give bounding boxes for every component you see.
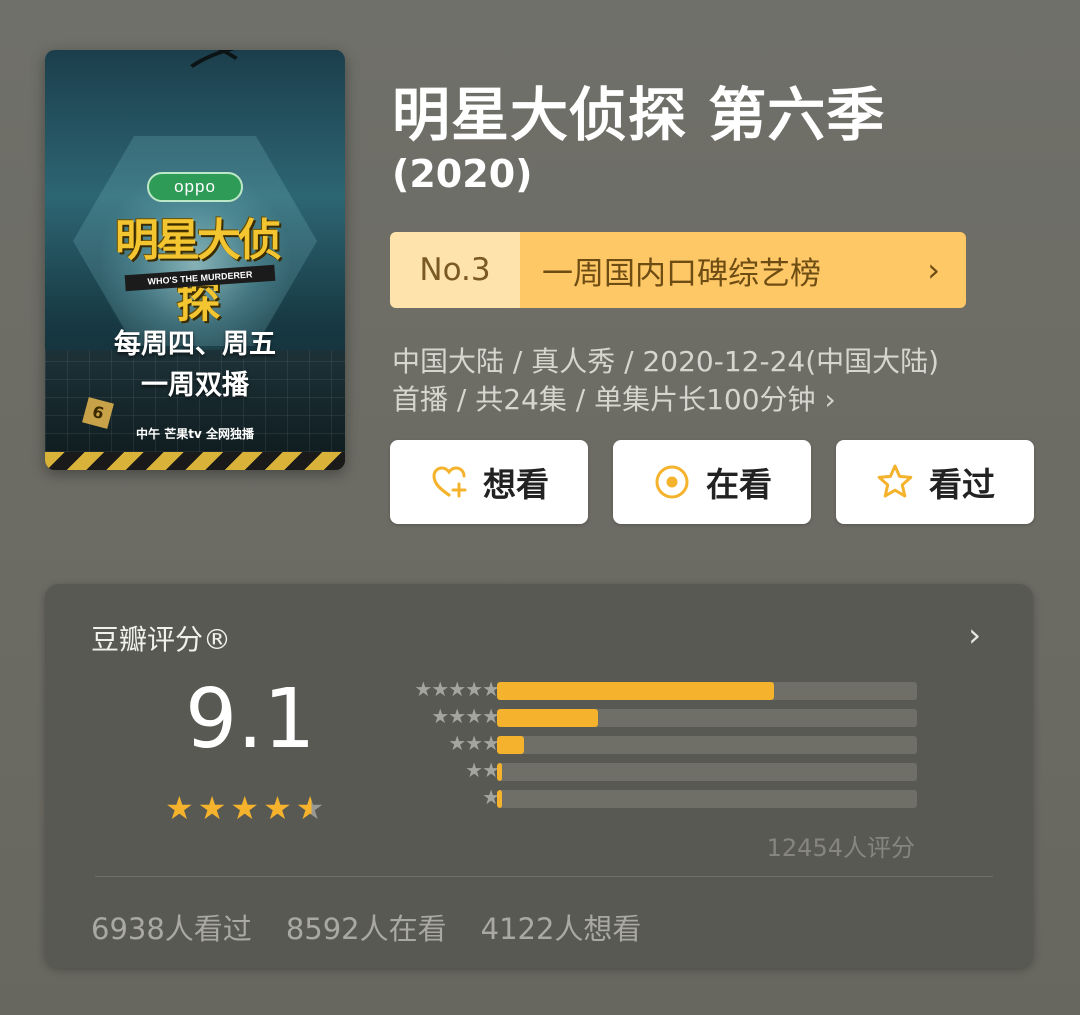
distribution-row-4: ★★★★ — [375, 704, 935, 729]
watched-count[interactable]: 6938人看过 — [91, 906, 252, 948]
star-filled-icon: ★ — [263, 789, 292, 827]
poster-caution-stripe — [45, 452, 345, 470]
distribution-bar-1 — [497, 790, 503, 808]
star-outline-icon — [877, 464, 913, 498]
distribution-bar-5 — [497, 682, 775, 700]
distribution-row-2: ★★ — [375, 758, 935, 783]
distribution-stars-3: ★★★ — [448, 731, 500, 755]
ranking-number: No.3 — [390, 232, 520, 308]
poster-promo-line1: 每周四、周五 — [114, 329, 276, 360]
page-title: 明星大侦探 第六季 — [392, 81, 886, 149]
distribution-bar-2 — [497, 763, 503, 781]
star-filled-icon: ★ — [230, 789, 260, 827]
star-half-icon: ★ — [295, 789, 325, 827]
rating-count: 12454人评分 — [766, 834, 915, 862]
distribution-stars-5: ★★★★★ — [414, 677, 500, 701]
distribution-row-1: ★ — [375, 786, 935, 810]
distribution-track — [497, 790, 917, 808]
divider — [95, 876, 993, 877]
heart-plus-icon — [432, 466, 467, 498]
poster-image[interactable]: oppo 明星大侦探 WHO'S THE MURDERER 每周四、周五 一周双… — [45, 50, 345, 470]
poster-promo-line2: 一周双播 — [141, 370, 249, 401]
poster-broadcast: 中午 芒果tv 全网独播 — [136, 427, 254, 441]
chevron-right-icon: › — [927, 251, 940, 289]
distribution-row-3: ★★★ — [375, 731, 935, 756]
target-icon — [655, 465, 689, 499]
rating-score: 9.1 — [185, 672, 316, 767]
meta-info-line1: 中国大陆 / 真人秀 / 2020-12-24(中国大陆) — [392, 345, 940, 378]
star-filled-icon: ★ — [197, 789, 227, 827]
watching-button[interactable]: 在看 — [613, 440, 811, 524]
rating-stars: ★ ★ ★ ★ ★ — [165, 792, 324, 824]
distribution-stars-2: ★★ — [465, 758, 500, 782]
watch-stats: 6938人看过 8592人在看 4122人想看 — [91, 906, 641, 948]
distribution-row-5: ★★★★★ — [375, 677, 935, 702]
distribution-track — [497, 763, 917, 781]
release-year: (2020) — [392, 152, 533, 196]
chevron-right-icon[interactable]: › — [968, 616, 981, 654]
watched-button[interactable]: 看过 — [836, 440, 1034, 524]
distribution-track — [497, 709, 917, 727]
want-to-watch-label: 想看 — [483, 465, 549, 504]
want-to-watch-button[interactable]: 想看 — [390, 440, 588, 524]
watched-label: 看过 — [929, 465, 995, 504]
meta-info-line2[interactable]: 首播 / 共24集 / 单集片长100分钟 › — [392, 378, 1032, 418]
distribution-bar-4 — [497, 709, 598, 727]
distribution-bar-3 — [497, 736, 525, 754]
distribution-track — [497, 682, 917, 700]
watching-label: 在看 — [706, 465, 772, 504]
rating-card[interactable]: 豆瓣评分® › 9.1 ★ ★ ★ ★ ★ ★★★★★ ★★★★ ★★★ ★★ … — [45, 584, 1033, 968]
rating-header: 豆瓣评分® — [91, 623, 232, 656]
poster-oppo-logo: oppo — [147, 172, 243, 202]
want-count[interactable]: 4122人想看 — [481, 906, 642, 948]
movie-detail-page: oppo 明星大侦探 WHO'S THE MURDERER 每周四、周五 一周双… — [0, 0, 1080, 1015]
ranking-label: 一周国内口碑综艺榜 — [520, 232, 966, 308]
ranking-banner[interactable]: No.3 一周国内口碑综艺榜 › — [390, 232, 966, 308]
watching-count[interactable]: 8592人在看 — [286, 906, 447, 948]
distribution-track — [497, 736, 917, 754]
poster-show-logo: 明星大侦探 — [115, 215, 282, 328]
distribution-stars-4: ★★★★ — [431, 704, 500, 728]
star-filled-icon: ★ — [165, 789, 194, 827]
